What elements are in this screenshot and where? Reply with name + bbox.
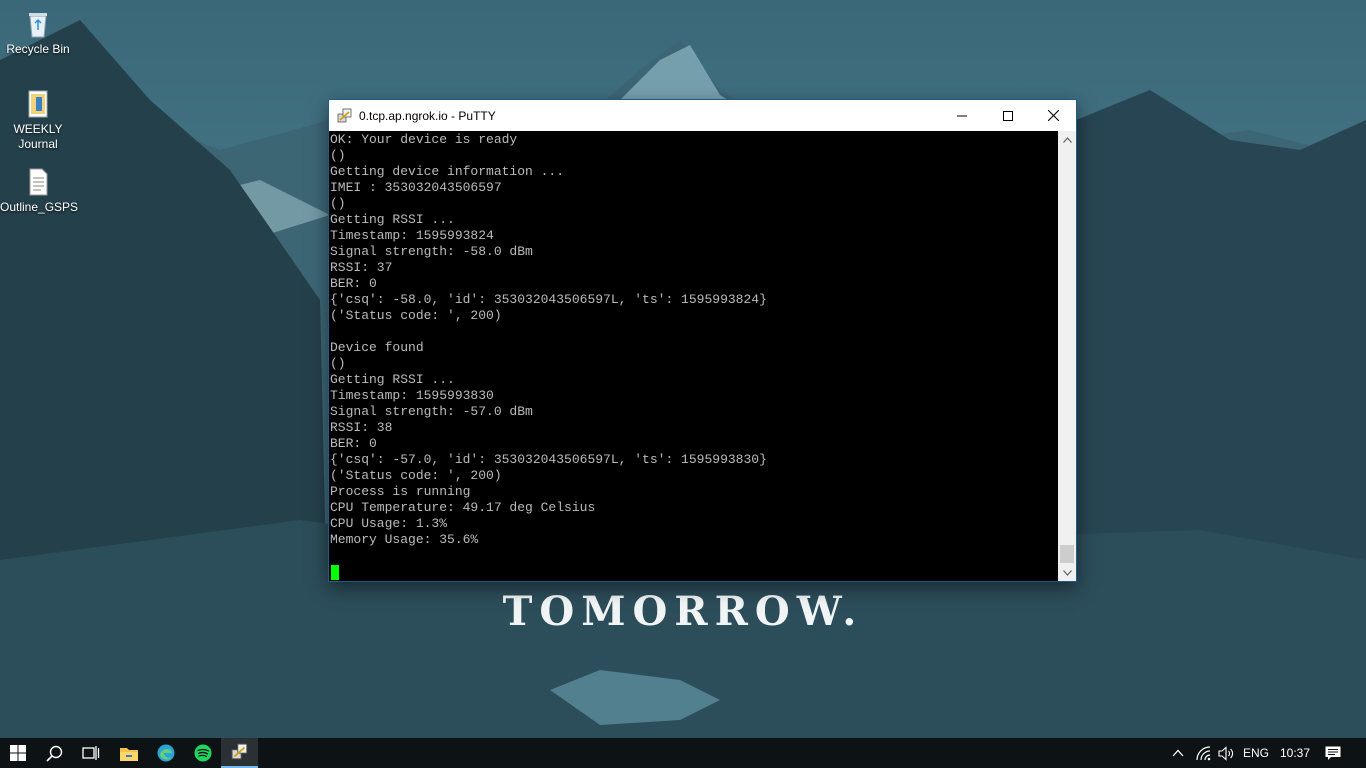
terminal-line: BER: 0	[330, 276, 377, 291]
terminal-line: Device found	[330, 340, 424, 355]
scroll-up-button[interactable]	[1058, 131, 1076, 148]
desktop-icon-weekly-journal[interactable]: WEEKLY Journal	[0, 88, 76, 152]
terminal-line: OK: Your device is ready	[330, 132, 518, 147]
clock[interactable]: 10:37	[1280, 738, 1310, 768]
terminal-line: BER: 0	[330, 436, 377, 451]
chevron-up-icon	[1062, 136, 1072, 143]
taskbar: ENG 10:37	[0, 738, 1366, 768]
maximize-icon	[1003, 110, 1013, 121]
terminal-line: {'csq': -58.0, 'id': 353032043506597L, '…	[330, 292, 767, 307]
search-button[interactable]	[36, 738, 73, 768]
terminal-line: Getting RSSI ...	[330, 372, 455, 387]
maximize-button[interactable]	[985, 100, 1031, 131]
terminal-line: Getting device information ...	[330, 164, 565, 179]
putty-icon	[337, 108, 352, 122]
close-icon	[1047, 110, 1059, 121]
terminal-line: ()	[330, 148, 346, 163]
start-icon	[10, 745, 26, 761]
text-file-icon	[29, 168, 48, 196]
search-icon	[46, 745, 63, 762]
terminal-line: {'csq': -57.0, 'id': 353032043506597L, '…	[330, 452, 767, 467]
edge-icon	[157, 744, 174, 762]
task-view-button[interactable]	[72, 738, 109, 768]
title-bar[interactable]: 0.tcp.ap.ngrok.io - PuTTY	[329, 100, 1076, 131]
notification-icon	[1325, 746, 1341, 760]
terminal-line: ('Status code: ', 200)	[330, 468, 502, 483]
wifi-icon	[1195, 745, 1210, 760]
terminal-line: Memory Usage: 35.6%	[330, 532, 479, 547]
wallpaper-text: TOMORROW.	[502, 588, 864, 635]
chevron-up-icon	[1172, 749, 1184, 757]
chevron-down-icon	[1062, 569, 1072, 576]
terminal-line: CPU Temperature: 49.17 deg Celsius	[330, 500, 596, 515]
desktop-icon-label: Recycle Bin	[6, 42, 70, 56]
start-button[interactable]	[0, 738, 36, 768]
input-language-indicator[interactable]: ENG	[1243, 738, 1269, 768]
file-explorer-icon	[119, 747, 138, 761]
scroll-thumb[interactable]	[1060, 545, 1074, 563]
terminal-line: Getting RSSI ...	[330, 212, 455, 227]
minimize-button[interactable]	[939, 100, 985, 131]
desktop-icon-label: WEEKLY Journal	[13, 122, 63, 151]
terminal-line: Process is running	[330, 484, 471, 499]
terminal-line: CPU Usage: 1.3%	[330, 516, 448, 531]
vertical-scrollbar[interactable]	[1058, 131, 1076, 581]
desktop-icon-recycle-bin[interactable]: Recycle Bin	[0, 8, 76, 57]
taskbar-putty[interactable]	[221, 738, 258, 768]
terminal-output[interactable]: OK: Your device is ready () Getting devi…	[329, 131, 1058, 581]
terminal-cursor	[331, 565, 339, 580]
terminal-prompt-line	[329, 564, 1058, 580]
taskbar-file-explorer[interactable]	[110, 738, 147, 768]
recycle-bin-icon	[29, 13, 47, 38]
network-button[interactable]	[1192, 738, 1214, 768]
document-icon	[28, 90, 48, 118]
terminal-line: IMEI : 353032043506597	[330, 180, 502, 195]
terminal-line: Timestamp: 1595993824	[330, 228, 494, 243]
terminal-line: ('Status code: ', 200)	[330, 308, 502, 323]
putty-icon	[231, 743, 247, 760]
scroll-down-button[interactable]	[1058, 564, 1076, 581]
window-title: 0.tcp.ap.ngrok.io - PuTTY	[359, 108, 496, 123]
terminal-line: RSSI: 38	[330, 420, 393, 435]
terminal-line: Signal strength: -57.0 dBm	[330, 404, 533, 419]
close-button[interactable]	[1030, 100, 1076, 131]
minimize-icon	[957, 115, 967, 116]
putty-window[interactable]: 0.tcp.ap.ngrok.io - PuTTY OK: Your devic…	[329, 100, 1076, 581]
terminal-line: Signal strength: -58.0 dBm	[330, 244, 533, 259]
volume-button[interactable]	[1215, 738, 1237, 768]
taskbar-spotify[interactable]	[184, 738, 221, 768]
action-center-button[interactable]	[1318, 738, 1348, 768]
volume-icon	[1217, 745, 1233, 761]
show-hidden-icons-button[interactable]	[1168, 738, 1188, 768]
terminal-line: Timestamp: 1595993830	[330, 388, 494, 403]
desktop-icon-outline-gsps[interactable]: Outline_GSPS	[0, 166, 79, 215]
desktop-icon-label: Outline_GSPS	[0, 200, 79, 214]
task-view-icon	[81, 746, 99, 760]
terminal-line: ()	[330, 356, 346, 371]
terminal-line: RSSI: 37	[330, 260, 393, 275]
terminal-line: ()	[330, 196, 346, 211]
taskbar-edge[interactable]	[147, 738, 184, 768]
spotify-icon	[194, 744, 211, 762]
